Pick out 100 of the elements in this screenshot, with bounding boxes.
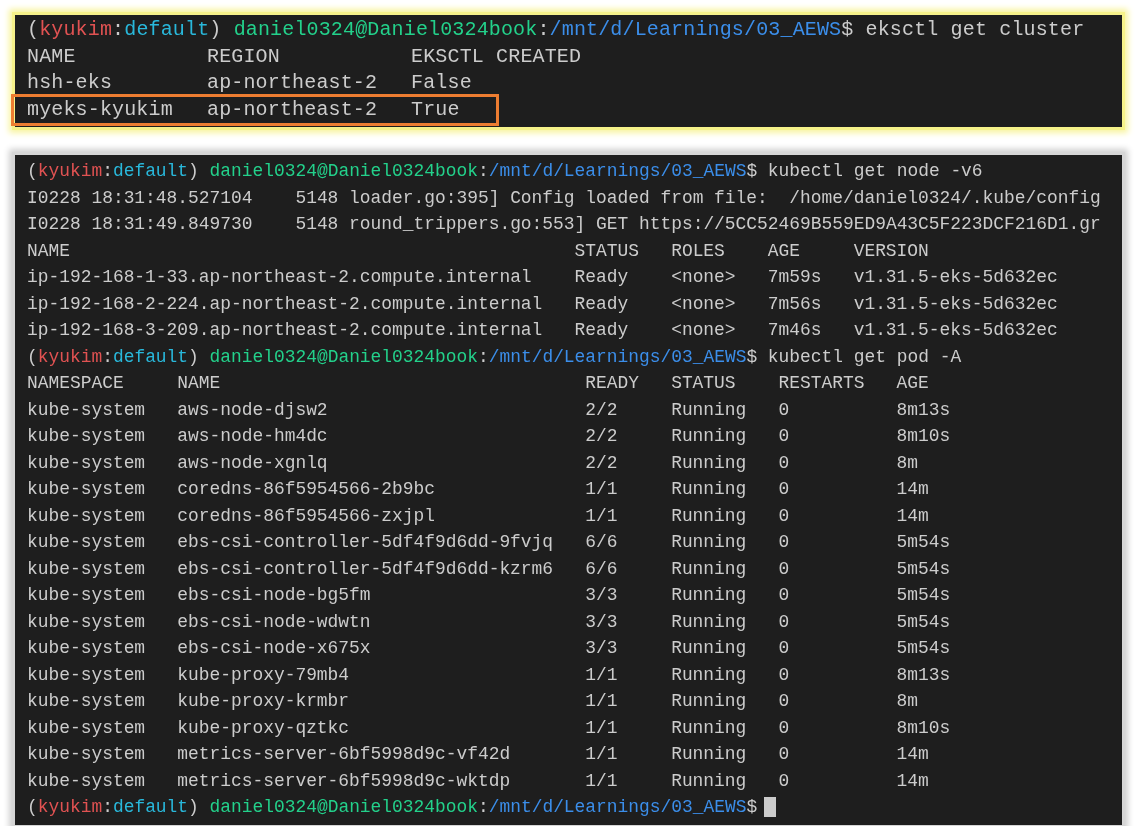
table-cell-text: 0 bbox=[778, 610, 791, 634]
table-cell-text: 8m13s bbox=[896, 663, 951, 687]
table-cell-text: kube-system bbox=[27, 478, 147, 501]
table-cell-text: ebs-csi-node-wdwtn bbox=[177, 610, 372, 634]
column-header: STATUS bbox=[671, 372, 737, 395]
table-cell-text: False bbox=[411, 70, 472, 96]
column-header: EKSCTL CREATED bbox=[411, 43, 582, 70]
table-cell-text: 8m10s bbox=[896, 716, 951, 740]
table-cell-text: kube-system bbox=[27, 610, 147, 634]
table-cell-text: 6/6 bbox=[585, 531, 619, 554]
table-cell-text: ebs-csi-controller-5df4f9d6dd-9fvjq bbox=[177, 531, 555, 554]
table-cell-text: v1.31.5-eks-5d632ec bbox=[853, 292, 1058, 316]
table-cell-text: 3/3 bbox=[585, 637, 619, 660]
table-cell-text: ebs-csi-controller-5df4f9d6dd-kzrm6 bbox=[177, 557, 555, 581]
table-cell-text: 0 bbox=[778, 637, 791, 660]
table-cell-text: 0 bbox=[778, 398, 791, 422]
column-header: RESTARTS bbox=[778, 372, 866, 395]
table-cell-text: 8m bbox=[896, 451, 919, 475]
table-cell-text: aws-node-xgnlq bbox=[177, 451, 329, 475]
table-cell-text: kube-system bbox=[27, 504, 147, 528]
table-cell-text: ap-northeast-2 bbox=[207, 97, 379, 122]
table-cell-text: Running bbox=[671, 716, 748, 740]
table-cell-text: ebs-csi-node-x675x bbox=[177, 637, 372, 660]
table-cell-text: 1/1 bbox=[585, 690, 619, 713]
table-cell-text: v1.31.5-eks-5d632ec bbox=[853, 266, 1058, 289]
table-cell-text: 0 bbox=[778, 769, 791, 793]
table-cell-text: kube-proxy-79mb4 bbox=[177, 663, 351, 687]
table-cell-text: 5m54s bbox=[896, 610, 951, 634]
table-cell-text: ip-192-168-3-209.ap-northeast-2.compute.internal bbox=[27, 319, 544, 342]
table-cell-text: kube-system bbox=[27, 769, 147, 793]
command-line: (kyukim:default) daniel0324@Daniel0324book:/mnt/d/Learnings/03_AEWS$ bbox=[27, 794, 1122, 821]
table-cell-text: Running bbox=[671, 584, 748, 607]
table-cell-text: kube-system bbox=[27, 743, 147, 766]
command-line: (kyukim:default) daniel0324@Daniel0324book:/mnt/d/Learnings/03_AEWS$ kubectl get pod -A bbox=[27, 345, 963, 369]
table-cell-text: 0 bbox=[778, 690, 791, 713]
table-cell-text: 0 bbox=[778, 663, 791, 687]
table-cell-text: Running bbox=[671, 478, 748, 501]
table-cell-text: 6/6 bbox=[585, 557, 619, 581]
table-cell-text: 7m56s bbox=[767, 292, 823, 316]
table-cell-text: v1.31.5-eks-5d632ec bbox=[853, 319, 1058, 342]
table-cell-text: 1/1 bbox=[585, 716, 619, 740]
table-cell-text: 14m bbox=[896, 743, 929, 766]
table-cell-text: Ready bbox=[574, 266, 630, 289]
column-header: STATUS bbox=[574, 239, 640, 263]
table-cell-text: 8m10s bbox=[896, 425, 951, 448]
table-cell-text: 2/2 bbox=[585, 425, 619, 448]
table-cell-text: Running bbox=[671, 531, 748, 554]
table-cell-text: 0 bbox=[778, 716, 791, 740]
table-cell-text: 14m bbox=[896, 769, 929, 793]
table-cell-text: 0 bbox=[778, 584, 791, 607]
table-cell-text: 1/1 bbox=[585, 478, 619, 501]
table-cell-text: 8m bbox=[896, 690, 919, 713]
table-cell-text: Running bbox=[671, 504, 748, 528]
table-cell-text: kube-system bbox=[27, 398, 147, 422]
table-cell-text: Running bbox=[671, 425, 748, 448]
table-cell-text: 1/1 bbox=[585, 769, 619, 793]
table-cell: True bbox=[411, 97, 460, 122]
column-header: ROLES bbox=[671, 239, 726, 263]
column-header: REGION bbox=[207, 43, 281, 70]
table-cell-text: 0 bbox=[778, 478, 791, 501]
table-cell-text: Running bbox=[671, 451, 748, 475]
table-cell-text: aws-node-djsw2 bbox=[177, 398, 329, 422]
table-cell-text: 2/2 bbox=[585, 451, 619, 475]
table-cell-text: Running bbox=[671, 610, 748, 634]
table-cell-text: ip-192-168-1-33.ap-northeast-2.compute.internal bbox=[27, 266, 533, 289]
table-cell-text: Running bbox=[671, 557, 748, 581]
log-line: I0228 18:31:49.849730 5148 round_trippers.go:553] GET https://5CC52469B559ED9A43C5F223DCF216D1.gr bbox=[27, 213, 1102, 236]
table-cell-text: 0 bbox=[778, 425, 791, 448]
table-cell-text: aws-node-hm4dc bbox=[177, 425, 329, 448]
table-cell-text: 5m54s bbox=[896, 637, 951, 660]
table-cell-text: 14m bbox=[896, 504, 929, 528]
column-header: NAMESPACE bbox=[27, 372, 125, 395]
table-cell-text: 7m59s bbox=[767, 266, 823, 289]
command-line: (kyukim:default) daniel0324@Daniel0324book:/mnt/d/Learnings/03_AEWS$ kubectl get node -v6 bbox=[27, 160, 984, 183]
table-cell-text: 14m bbox=[896, 478, 929, 501]
table-cell-text: kube-system bbox=[27, 637, 147, 660]
table-cell-text: kube-system bbox=[27, 531, 147, 554]
table-cell-text: kube-system bbox=[27, 425, 147, 448]
table-cell-text: 1/1 bbox=[585, 663, 619, 687]
table-cell-text: <none> bbox=[671, 266, 737, 289]
table-cell-text: 8m13s bbox=[896, 398, 951, 422]
table-cell-text: 0 bbox=[778, 451, 791, 475]
table-cell-text: Running bbox=[671, 690, 748, 713]
table-cell-text: Running bbox=[671, 663, 748, 687]
table-cell-text: kube-proxy-krmbr bbox=[177, 690, 351, 713]
table-cell-text: 0 bbox=[778, 557, 791, 581]
table-cell-text: kube-system bbox=[27, 451, 147, 475]
table-cell-text: kube-proxy-qztkc bbox=[177, 716, 351, 740]
column-header: VERSION bbox=[853, 239, 929, 263]
table-cell-text: Running bbox=[671, 637, 748, 660]
table-cell-text: coredns-86f5954566-2b9bc bbox=[177, 478, 436, 501]
column-header: READY bbox=[585, 372, 640, 395]
column-header: NAME bbox=[177, 372, 222, 395]
table-cell-text: metrics-server-6bf5998d9c-wktdp bbox=[177, 769, 512, 793]
column-header: NAME bbox=[27, 239, 71, 263]
table-cell-text: kube-system bbox=[27, 716, 147, 740]
table-cell-text: 5m54s bbox=[896, 557, 951, 581]
table-cell-text: hsh-eks bbox=[27, 70, 114, 96]
column-header: AGE bbox=[896, 372, 929, 395]
table-cell-text: <none> bbox=[671, 319, 737, 342]
